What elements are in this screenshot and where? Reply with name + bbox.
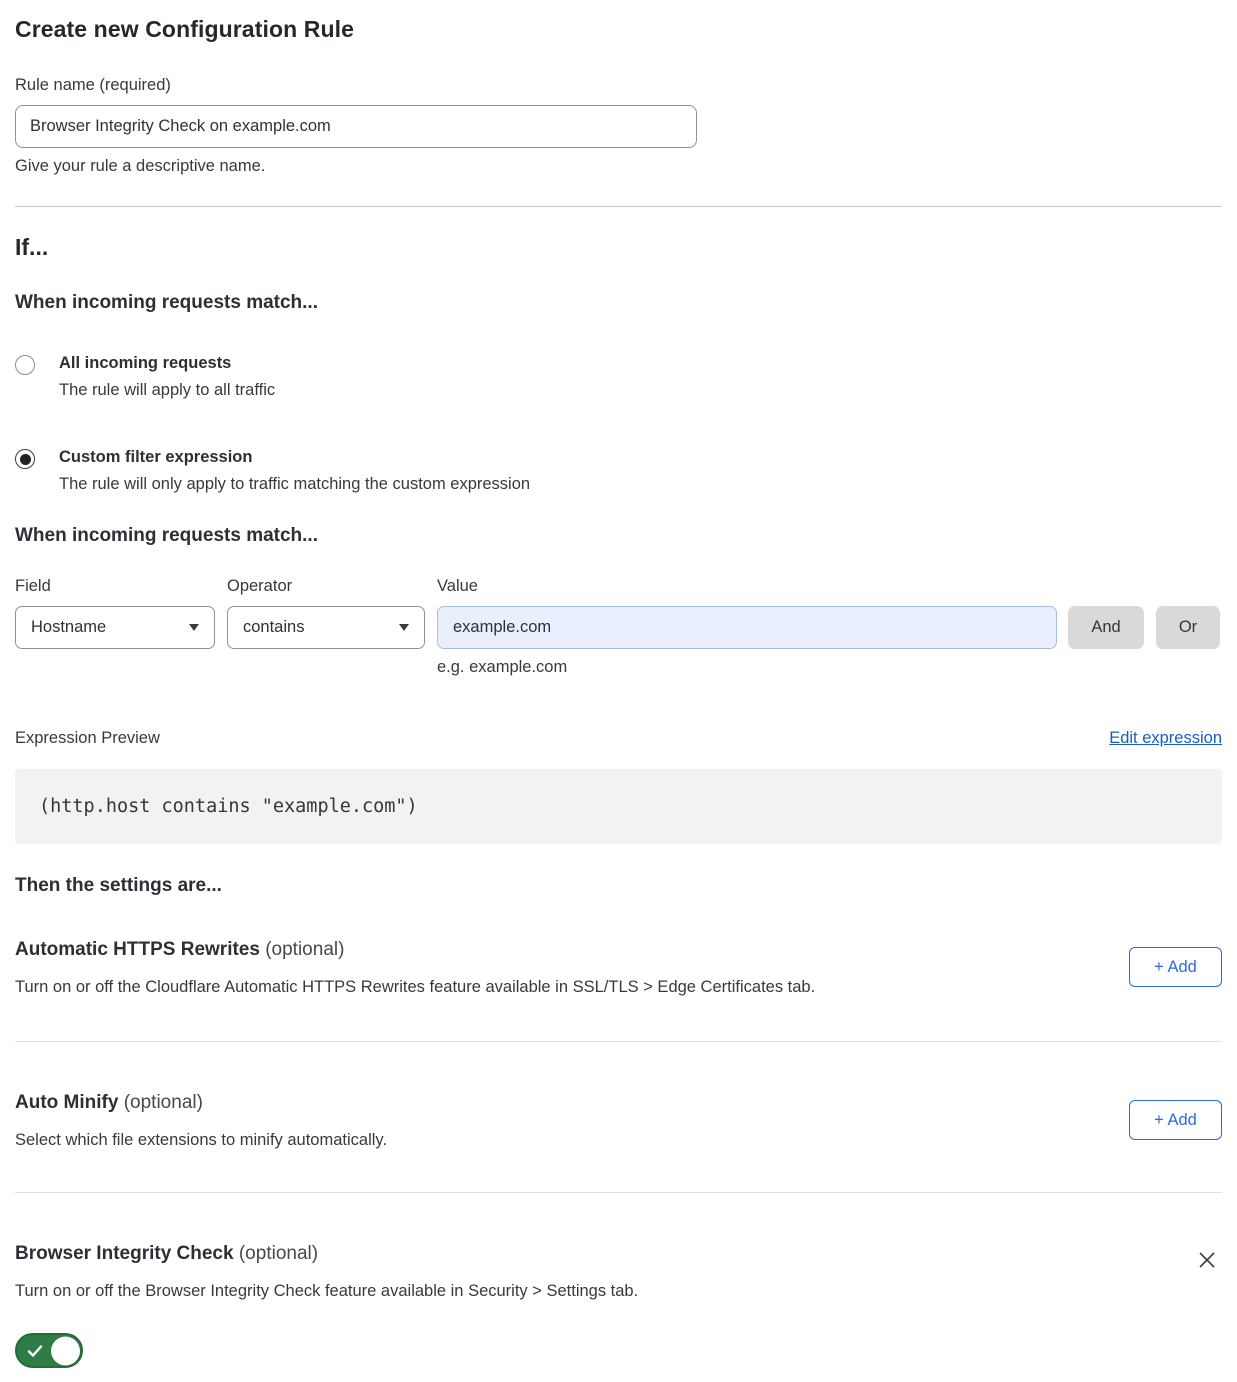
match-heading: When incoming requests match... xyxy=(15,292,1222,314)
section-divider xyxy=(15,206,1222,207)
expression-builder-row: Hostname contains And Or xyxy=(15,606,1222,649)
chevron-down-icon xyxy=(399,624,409,631)
setting-title: Browser Integrity Check (optional) xyxy=(15,1243,638,1265)
if-heading: If... xyxy=(15,234,1222,261)
radio-description: The rule will only apply to traffic matc… xyxy=(59,475,530,494)
rule-name-help: Give your rule a descriptive name. xyxy=(15,157,1222,176)
or-button[interactable]: Or xyxy=(1156,606,1220,649)
section-divider xyxy=(15,1041,1222,1042)
operator-select[interactable]: contains xyxy=(227,606,425,649)
rule-name-input[interactable] xyxy=(15,105,697,148)
expression-preview-box: (http.host contains "example.com") xyxy=(15,769,1222,844)
check-icon xyxy=(26,1342,44,1360)
radio-icon[interactable] xyxy=(15,355,35,375)
builder-heading: When incoming requests match... xyxy=(15,525,1222,547)
section-divider xyxy=(15,1192,1222,1193)
operator-label: Operator xyxy=(227,577,437,596)
setting-browser-integrity-check: Browser Integrity Check (optional) Turn … xyxy=(15,1243,1222,1301)
radio-option-custom-filter-expression[interactable]: Custom filter expression The rule will o… xyxy=(15,448,1222,494)
browser-integrity-check-toggle[interactable] xyxy=(15,1333,83,1368)
expression-preview-header: Expression Preview Edit expression xyxy=(15,729,1222,748)
remove-setting-button[interactable] xyxy=(1192,1245,1222,1275)
expression-code: (http.host contains "example.com") xyxy=(39,796,418,817)
setting-auto-minify: Auto Minify (optional) Select which file… xyxy=(15,1092,1222,1150)
value-label: Value xyxy=(437,577,478,596)
radio-label: Custom filter expression xyxy=(59,448,530,467)
field-select[interactable]: Hostname xyxy=(15,606,215,649)
field-label: Field xyxy=(15,577,227,596)
radio-icon[interactable] xyxy=(15,449,35,469)
operator-select-value: contains xyxy=(243,618,304,637)
rule-name-label: Rule name (required) xyxy=(15,76,1222,95)
radio-label: All incoming requests xyxy=(59,354,275,373)
field-select-value: Hostname xyxy=(31,618,106,637)
and-button[interactable]: And xyxy=(1068,606,1144,649)
close-icon xyxy=(1196,1249,1218,1271)
setting-automatic-https-rewrites: Automatic HTTPS Rewrites (optional) Turn… xyxy=(15,939,1222,997)
then-settings-heading: Then the settings are... xyxy=(15,875,1222,897)
setting-description: Turn on or off the Browser Integrity Che… xyxy=(15,1282,638,1301)
value-hint: e.g. example.com xyxy=(437,658,1222,677)
setting-description: Select which file extensions to minify a… xyxy=(15,1131,387,1150)
expression-preview-label: Expression Preview xyxy=(15,729,160,748)
create-configuration-rule-form: Create new Configuration Rule Rule name … xyxy=(15,0,1222,1382)
add-auto-minify-button[interactable]: + Add xyxy=(1129,1100,1222,1140)
chevron-down-icon xyxy=(189,624,199,631)
value-input[interactable] xyxy=(437,606,1057,649)
setting-description: Turn on or off the Cloudflare Automatic … xyxy=(15,978,815,997)
toggle-knob xyxy=(51,1336,80,1365)
page-title: Create new Configuration Rule xyxy=(15,16,1222,43)
setting-title: Auto Minify (optional) xyxy=(15,1092,387,1114)
add-automatic-https-rewrites-button[interactable]: + Add xyxy=(1129,947,1222,987)
builder-column-labels: Field Operator Value xyxy=(15,577,1222,596)
edit-expression-link[interactable]: Edit expression xyxy=(1109,729,1222,748)
radio-option-all-incoming-requests[interactable]: All incoming requests The rule will appl… xyxy=(15,354,1222,400)
radio-description: The rule will apply to all traffic xyxy=(59,381,275,400)
setting-title: Automatic HTTPS Rewrites (optional) xyxy=(15,939,815,961)
